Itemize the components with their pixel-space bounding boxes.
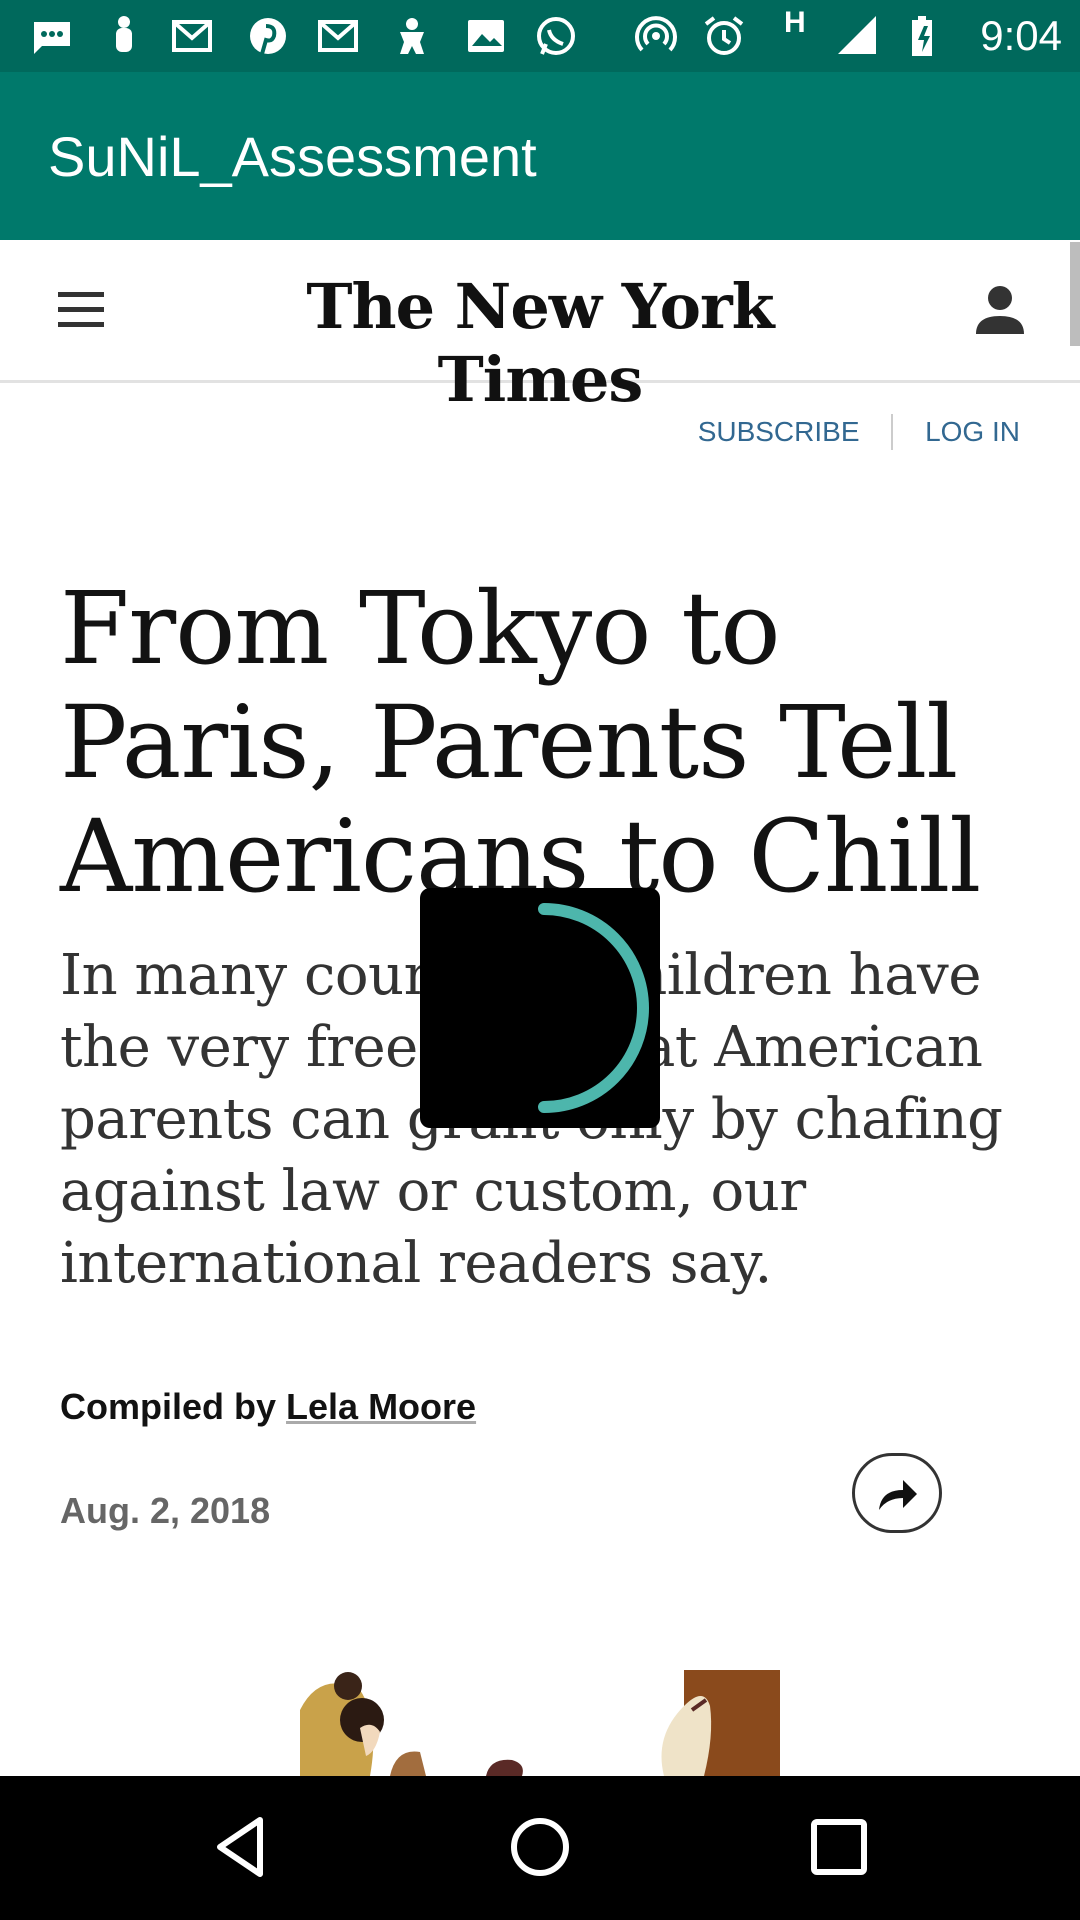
nyt-logo[interactable]: The New York Times: [250, 270, 830, 416]
article-date: Aug. 2, 2018: [60, 1490, 271, 1531]
clock-time: 9:04: [980, 12, 1062, 59]
app-toolbar: SuNiL_Assessment: [0, 72, 1080, 240]
byline: Compiled by Lela Moore: [60, 1386, 476, 1428]
app-title: SuNiL_Assessment: [48, 125, 537, 188]
status-bar: H 9:04: [0, 0, 1080, 72]
account-icon[interactable]: [972, 282, 1028, 338]
signal-icon: [838, 16, 876, 54]
network-type-label: H: [784, 6, 806, 39]
author-link[interactable]: Lela Moore: [286, 1386, 476, 1427]
progress-ring-icon: [538, 903, 649, 1113]
photo-icon: [468, 20, 504, 52]
home-icon[interactable]: [507, 1814, 573, 1880]
links-divider: [891, 414, 894, 450]
account-links: SUBSCRIBE LOG IN: [698, 414, 1020, 450]
sms-icon: [34, 22, 70, 54]
system-nav-bar: [0, 1776, 1080, 1920]
game-icon: [400, 18, 424, 54]
share-button[interactable]: [852, 1453, 942, 1533]
login-link[interactable]: LOG IN: [925, 416, 1020, 448]
pinterest-icon: [250, 18, 286, 55]
share-arrow-icon: [879, 1480, 917, 1510]
whatsapp-icon: [537, 17, 575, 55]
subscribe-link[interactable]: SUBSCRIBE: [698, 416, 860, 448]
recents-icon[interactable]: [806, 1814, 872, 1880]
hotspot-icon: [635, 16, 677, 52]
back-icon[interactable]: [208, 1814, 274, 1880]
battery-charging-icon: [912, 16, 932, 56]
hamburger-menu-icon[interactable]: [58, 292, 104, 328]
gmail-icon: [172, 20, 212, 52]
byline-prefix: Compiled by: [60, 1386, 287, 1427]
gmail-icon: [318, 20, 358, 52]
article-headline: From Tokyo to Paris, Parents Tell Americ…: [60, 570, 981, 915]
alarm-icon: [704, 16, 744, 55]
site-header: The New York Times: [0, 240, 1080, 416]
article-illustration: [300, 1670, 780, 1776]
scrollbar-thumb[interactable]: [1070, 242, 1080, 346]
loading-spinner: [420, 888, 660, 1128]
bell-icon: [116, 16, 132, 52]
